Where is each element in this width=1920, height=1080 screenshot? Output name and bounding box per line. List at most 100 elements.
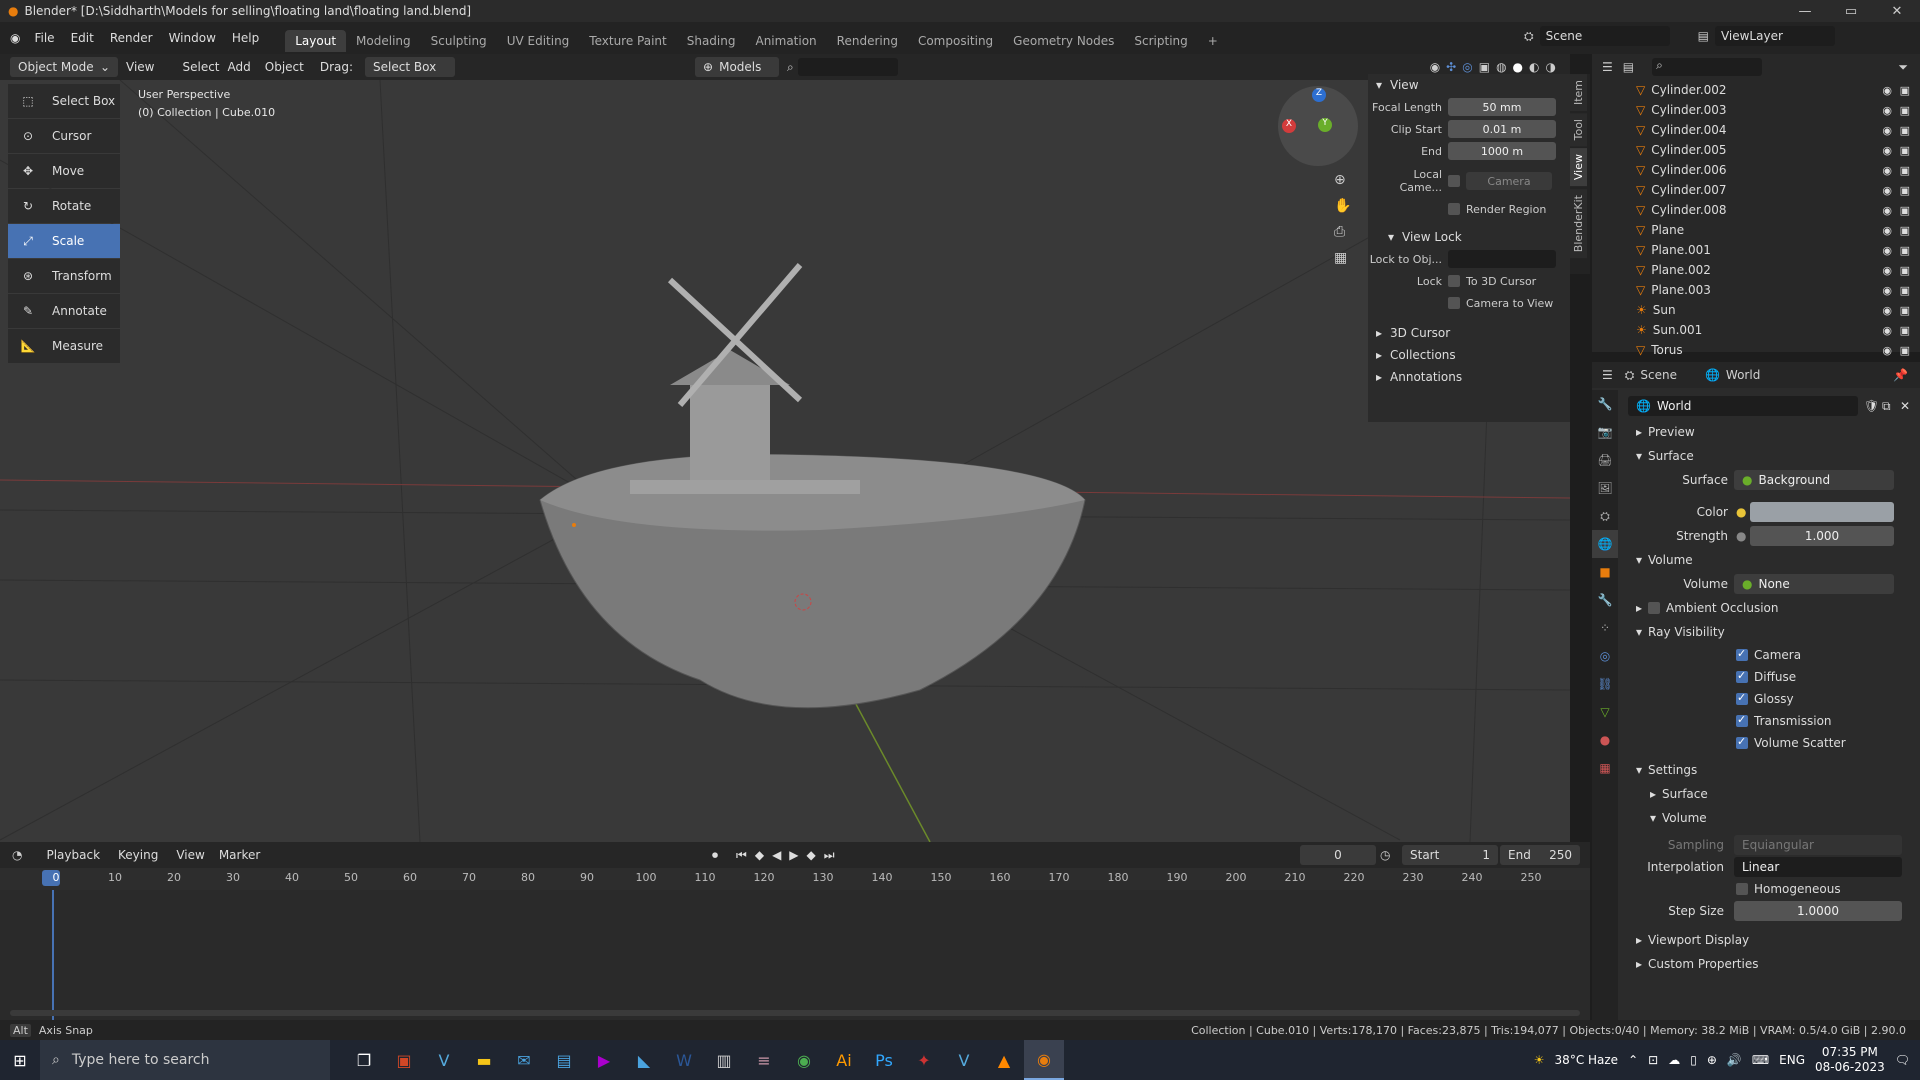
jump-end-icon[interactable]: ⏭ xyxy=(824,848,835,863)
photoshop-icon[interactable]: Ps xyxy=(864,1040,904,1080)
outliner-item[interactable]: ▽ Cylinder.003 ◉ ▣ xyxy=(1592,100,1920,120)
illustrator-icon[interactable]: Ai xyxy=(824,1040,864,1080)
tool-annotate[interactable]: ✎ Annotate xyxy=(8,294,120,328)
outliner-item[interactable]: ▽ Cylinder.008 ◉ ▣ xyxy=(1592,200,1920,220)
zoom-icon[interactable]: ⊕ xyxy=(1334,172,1351,188)
eye-icon[interactable]: ◉ xyxy=(1882,144,1892,157)
start-frame-field[interactable]: Start 1 xyxy=(1402,845,1498,865)
notes-icon[interactable]: ▥ xyxy=(704,1040,744,1080)
ambient-occlusion-section[interactable]: ▸ Ambient Occlusion xyxy=(1624,596,1918,620)
play-icon[interactable]: ▶ xyxy=(789,848,798,863)
frame-ruler[interactable]: 0 10 20 30 40 50 60 70 80 90 100 110 120 130 140 150 160… xyxy=(0,868,1590,890)
timeline-scrollbar[interactable] xyxy=(10,1010,1580,1016)
camera-view-icon[interactable]: ⎙ xyxy=(1334,224,1351,240)
render-camera-icon[interactable]: ▣ xyxy=(1900,324,1910,337)
marker-menu[interactable]: Marker xyxy=(219,848,260,862)
tool-cursor[interactable]: ⊙ Cursor xyxy=(8,119,120,153)
world-tab[interactable]: 🌐 World xyxy=(1705,368,1760,382)
ray-glossy-checkbox[interactable] xyxy=(1736,691,1748,705)
wireframe-shading-icon[interactable]: ◍ xyxy=(1496,60,1506,74)
eye-icon[interactable]: ◉ xyxy=(1882,344,1892,357)
particles-icon[interactable]: ⁘ xyxy=(1592,614,1618,642)
close-button[interactable]: ✕ xyxy=(1874,0,1920,22)
store-icon[interactable]: ▤ xyxy=(544,1040,584,1080)
pan-hand-icon[interactable]: ✋ xyxy=(1334,198,1351,214)
lock-object-field[interactable] xyxy=(1448,250,1556,268)
constraints-icon[interactable]: ⛓ xyxy=(1592,670,1618,698)
tool-scale[interactable]: ⤢ Scale xyxy=(8,224,120,258)
grid-view-icon[interactable]: ▦ xyxy=(1334,250,1351,266)
modifier-icon[interactable]: 🔧 xyxy=(1592,586,1618,614)
gizmo-z-axis[interactable]: Z xyxy=(1312,88,1326,102)
output-properties-icon[interactable]: 🖨 xyxy=(1592,446,1618,474)
scene-tab[interactable]: ⛭ Scene xyxy=(1625,368,1677,383)
ray-diffuse-checkbox[interactable] xyxy=(1736,669,1748,683)
eye-icon[interactable]: ◉ xyxy=(1882,284,1892,297)
view-layer-icon[interactable]: 🖼 xyxy=(1592,474,1618,502)
word-icon[interactable]: W xyxy=(664,1040,704,1080)
render-region-checkbox[interactable] xyxy=(1448,203,1460,215)
outliner-item[interactable]: ▽ Cylinder.005 ◉ ▣ xyxy=(1592,140,1920,160)
outliner-item[interactable]: ▽ Cylinder.006 ◉ ▣ xyxy=(1592,160,1920,180)
surface-section[interactable]: ▾ Surface xyxy=(1624,444,1918,468)
eye-icon[interactable]: ◉ xyxy=(1882,324,1892,337)
weather-text[interactable]: 38°C Haze xyxy=(1555,1053,1619,1067)
rendered-shading-icon[interactable]: ◑ xyxy=(1546,60,1556,74)
filter-icon[interactable]: ⏷ xyxy=(1898,60,1908,75)
render-camera-icon[interactable]: ▣ xyxy=(1900,304,1910,317)
lock-3d-cursor-checkbox[interactable] xyxy=(1448,275,1460,287)
keying-menu[interactable]: Keying xyxy=(118,848,158,862)
vectorworks-icon[interactable]: V xyxy=(944,1040,984,1080)
eye-icon[interactable]: ◉ xyxy=(1882,204,1892,217)
windows-start-icon[interactable]: ⊞ xyxy=(0,1040,40,1080)
volume-icon[interactable]: 🔊 xyxy=(1727,1053,1742,1067)
physics-icon[interactable]: ◎ xyxy=(1592,642,1618,670)
outliner-item[interactable]: ▽ Torus ◉ ▣ xyxy=(1592,340,1920,360)
outliner-item[interactable]: ☀ Sun.001 ◉ ▣ xyxy=(1592,320,1920,340)
select-menu[interactable]: Select xyxy=(182,60,219,74)
outliner-item[interactable]: ▽ Plane.002 ◉ ▣ xyxy=(1592,260,1920,280)
taskbar-search-box[interactable]: ⌕ Type here to search xyxy=(40,1040,330,1080)
ray-transmission-checkbox[interactable] xyxy=(1736,713,1748,727)
minimize-button[interactable]: — xyxy=(1782,0,1828,22)
eye-icon[interactable]: ◉ xyxy=(1882,304,1892,317)
viewport-display-section[interactable]: ▸ Viewport Display xyxy=(1624,928,1918,952)
record-icon[interactable]: ⏺ xyxy=(712,848,718,863)
pin-icon[interactable]: 📌 xyxy=(1893,368,1908,382)
object-menu[interactable]: Object xyxy=(265,60,304,74)
tool-select-box[interactable]: ⬚ Select Box xyxy=(8,84,120,118)
tab-scripting[interactable]: Scripting xyxy=(1124,30,1197,52)
eye-icon[interactable]: ◉ xyxy=(1882,244,1892,257)
vectorworks-icon[interactable]: V xyxy=(424,1040,464,1080)
tab-sculpting[interactable]: Sculpting xyxy=(421,30,497,52)
keyboard-icon[interactable]: ⌨ xyxy=(1752,1053,1769,1067)
settings-volume-subsection[interactable]: ▾ Volume xyxy=(1624,806,1918,830)
file-explorer-icon[interactable]: ▬ xyxy=(464,1040,504,1080)
view-menu[interactable]: View xyxy=(126,60,154,74)
settings-surface-subsection[interactable]: ▸ Surface xyxy=(1624,782,1918,806)
menu-file[interactable]: File xyxy=(26,31,62,45)
prev-keyframe-icon[interactable]: ◆ xyxy=(755,848,764,863)
3d-viewport[interactable]: User Perspective (0) Collection | Cube.0… xyxy=(0,80,1570,842)
world-name-field[interactable]: 🌐 World xyxy=(1628,396,1858,416)
collections-header[interactable]: ▸ Collections xyxy=(1368,344,1570,366)
ray-visibility-section[interactable]: ▾ Ray Visibility xyxy=(1624,620,1918,644)
surface-shader-field[interactable]: ● Background xyxy=(1734,470,1894,490)
render-camera-icon[interactable]: ▣ xyxy=(1900,264,1910,277)
color-swatch[interactable] xyxy=(1750,502,1894,522)
timeline-view-menu[interactable]: View xyxy=(176,848,204,862)
viewlayer-field[interactable]: ViewLayer xyxy=(1714,26,1835,46)
tab-rendering[interactable]: Rendering xyxy=(827,30,908,52)
mail-icon[interactable]: ✉ xyxy=(504,1040,544,1080)
globe-icon[interactable]: ⊕ xyxy=(1707,1053,1717,1067)
app-icon[interactable]: ◣ xyxy=(624,1040,664,1080)
clip-start-field[interactable]: 0.01 m xyxy=(1448,120,1556,138)
clock[interactable]: 07:35 PM 08-06-2023 xyxy=(1815,1045,1885,1075)
play-reverse-icon[interactable]: ◀ xyxy=(772,848,781,863)
menu-help[interactable]: Help xyxy=(224,31,267,45)
drag-mode-dropdown[interactable]: Select Box xyxy=(365,57,456,77)
current-frame-field[interactable]: 0 xyxy=(1300,845,1376,865)
view-lock-header[interactable]: ▾ View Lock xyxy=(1368,226,1570,248)
timeline-editor-icon[interactable]: ◔ xyxy=(12,848,22,862)
duplicate-icon[interactable]: ⧉ xyxy=(1882,399,1891,414)
